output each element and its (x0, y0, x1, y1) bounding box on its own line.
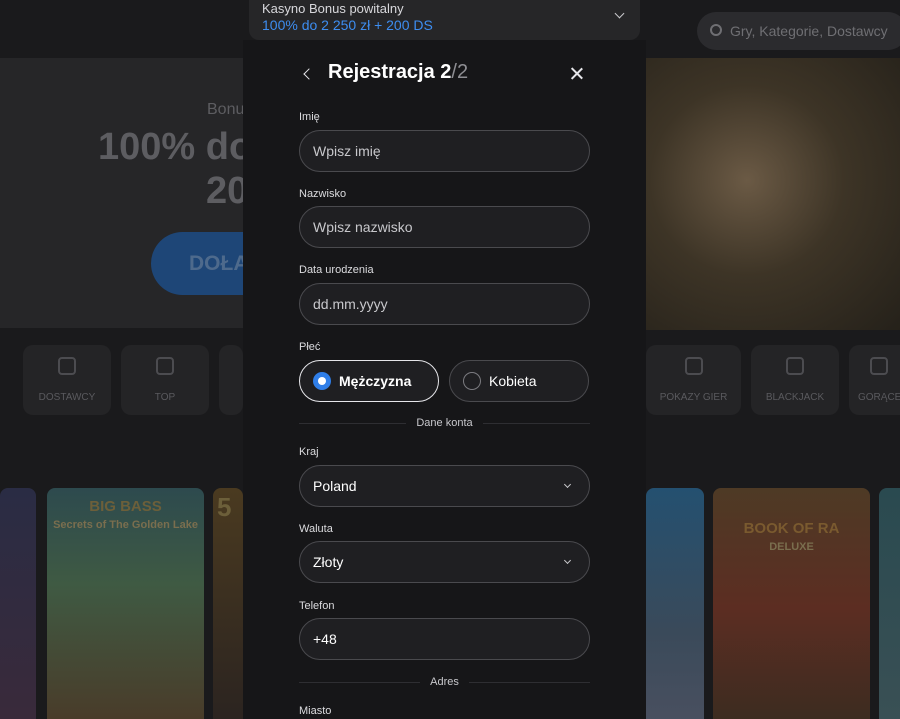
currency-value: Złoty (313, 554, 344, 570)
currency-label: Waluta (299, 523, 333, 535)
birth-date-input[interactable] (313, 284, 563, 324)
last-name-field[interactable] (299, 206, 590, 248)
gender-option-label: Mężczyzna (339, 373, 412, 389)
phone-label: Telefon (299, 600, 335, 612)
game-subtitle: DELUXE (769, 541, 814, 553)
category-label: POKAZY GIER (659, 392, 728, 403)
crown-icon (156, 357, 174, 375)
birth-date-label: Data urodzenia (299, 264, 374, 276)
hero-cta-label: DOŁĄ (189, 252, 249, 275)
back-button[interactable] (301, 67, 315, 81)
country-select[interactable]: Poland (299, 465, 590, 507)
page: Gry, Kategorie, Dostawcy Bonu 100% do 20… (0, 0, 900, 719)
phone-value[interactable]: +48 (313, 619, 563, 659)
gender-option-female[interactable]: Kobieta (449, 360, 589, 402)
section-divider-address: Adres (299, 675, 590, 689)
hero-subtitle: Bonu (207, 101, 245, 118)
radio-unselected-icon (463, 372, 481, 390)
spade-icon (786, 357, 804, 375)
last-name-input[interactable] (313, 207, 563, 247)
game-tile[interactable]: 5 (213, 488, 243, 719)
category-blackjack[interactable]: BLACKJACK (751, 345, 839, 415)
game-tile[interactable] (0, 488, 36, 719)
last-name-label: Nazwisko (299, 188, 347, 200)
category-hot[interactable]: GORĄCE (849, 345, 900, 415)
first-name-label: Imię (299, 111, 320, 123)
game-tile[interactable] (879, 488, 900, 719)
category-providers[interactable]: DOSTAWCY (23, 345, 111, 415)
section-title: Adres (420, 675, 469, 689)
bonus-selector[interactable]: Kasyno Bonus powitalny 100% do 2 250 zł … (249, 0, 640, 40)
category-label: BLACKJACK (765, 392, 825, 403)
gender-option-male[interactable]: Mężczyzna (299, 360, 439, 402)
category-label: DOSTAWCY (38, 392, 96, 403)
country-value: Poland (313, 478, 357, 494)
section-title: Dane konta (406, 416, 483, 430)
game-subtitle: Secrets of The Golden Lake (53, 519, 198, 531)
city-label: Miasto (299, 705, 332, 717)
registration-modal: Rejestracja 2/2 Imię Nazwisko Data urodz… (243, 40, 646, 719)
category-top[interactable]: TOP (121, 345, 209, 415)
modal-title-total: /2 (451, 61, 469, 83)
search-icon (710, 24, 722, 36)
chevron-down-icon (563, 480, 572, 489)
hero-character-image (645, 58, 900, 330)
game-title: BIG BASS Secrets of The Golden Lake (47, 498, 204, 534)
search-placeholder: Gry, Kategorie, Dostawcy (730, 23, 888, 39)
game-title: BOOK OF RA DELUXE (713, 520, 870, 556)
flame-icon (870, 357, 888, 375)
hero-title-line1: 100% do (98, 126, 253, 168)
gender-label: Płeć (299, 341, 321, 353)
radio-selected-icon (313, 372, 331, 390)
category-label: TOP (154, 392, 176, 403)
game-title-text: BIG BASS (89, 498, 162, 515)
game-title: 5 (217, 492, 232, 522)
first-name-input[interactable] (313, 131, 563, 171)
currency-select[interactable]: Złoty (299, 541, 590, 583)
hero-title-line2: 20 (206, 170, 249, 212)
modal-title: Rejestracja 2/2 (328, 61, 468, 84)
section-divider-account: Dane konta (299, 416, 590, 430)
microphone-icon (684, 357, 703, 375)
chevron-down-icon (563, 556, 572, 565)
category-label: GORĄCE (858, 392, 900, 403)
modal-title-step: Rejestracja 2 (328, 61, 452, 83)
close-button[interactable] (568, 65, 586, 83)
country-label: Kraj (299, 446, 319, 458)
game-title-text: BOOK OF RA (743, 520, 840, 537)
layers-icon (58, 357, 76, 375)
game-tile[interactable]: BOOK OF RA DELUXE (713, 488, 870, 719)
first-name-field[interactable] (299, 130, 590, 172)
phone-field[interactable]: +48 (299, 618, 590, 660)
category-game-shows[interactable]: POKAZY GIER (646, 345, 741, 415)
birth-date-field[interactable] (299, 283, 590, 325)
bonus-value: 100% do 2 250 zł + 200 DS (262, 17, 433, 33)
game-tile[interactable]: BIG BASS Secrets of The Golden Lake (47, 488, 204, 719)
bonus-label: Kasyno Bonus powitalny (262, 1, 404, 16)
category-partial[interactable] (219, 345, 243, 415)
game-tile[interactable] (646, 488, 704, 719)
chevron-down-icon[interactable] (614, 8, 625, 19)
gender-option-label: Kobieta (489, 373, 537, 389)
